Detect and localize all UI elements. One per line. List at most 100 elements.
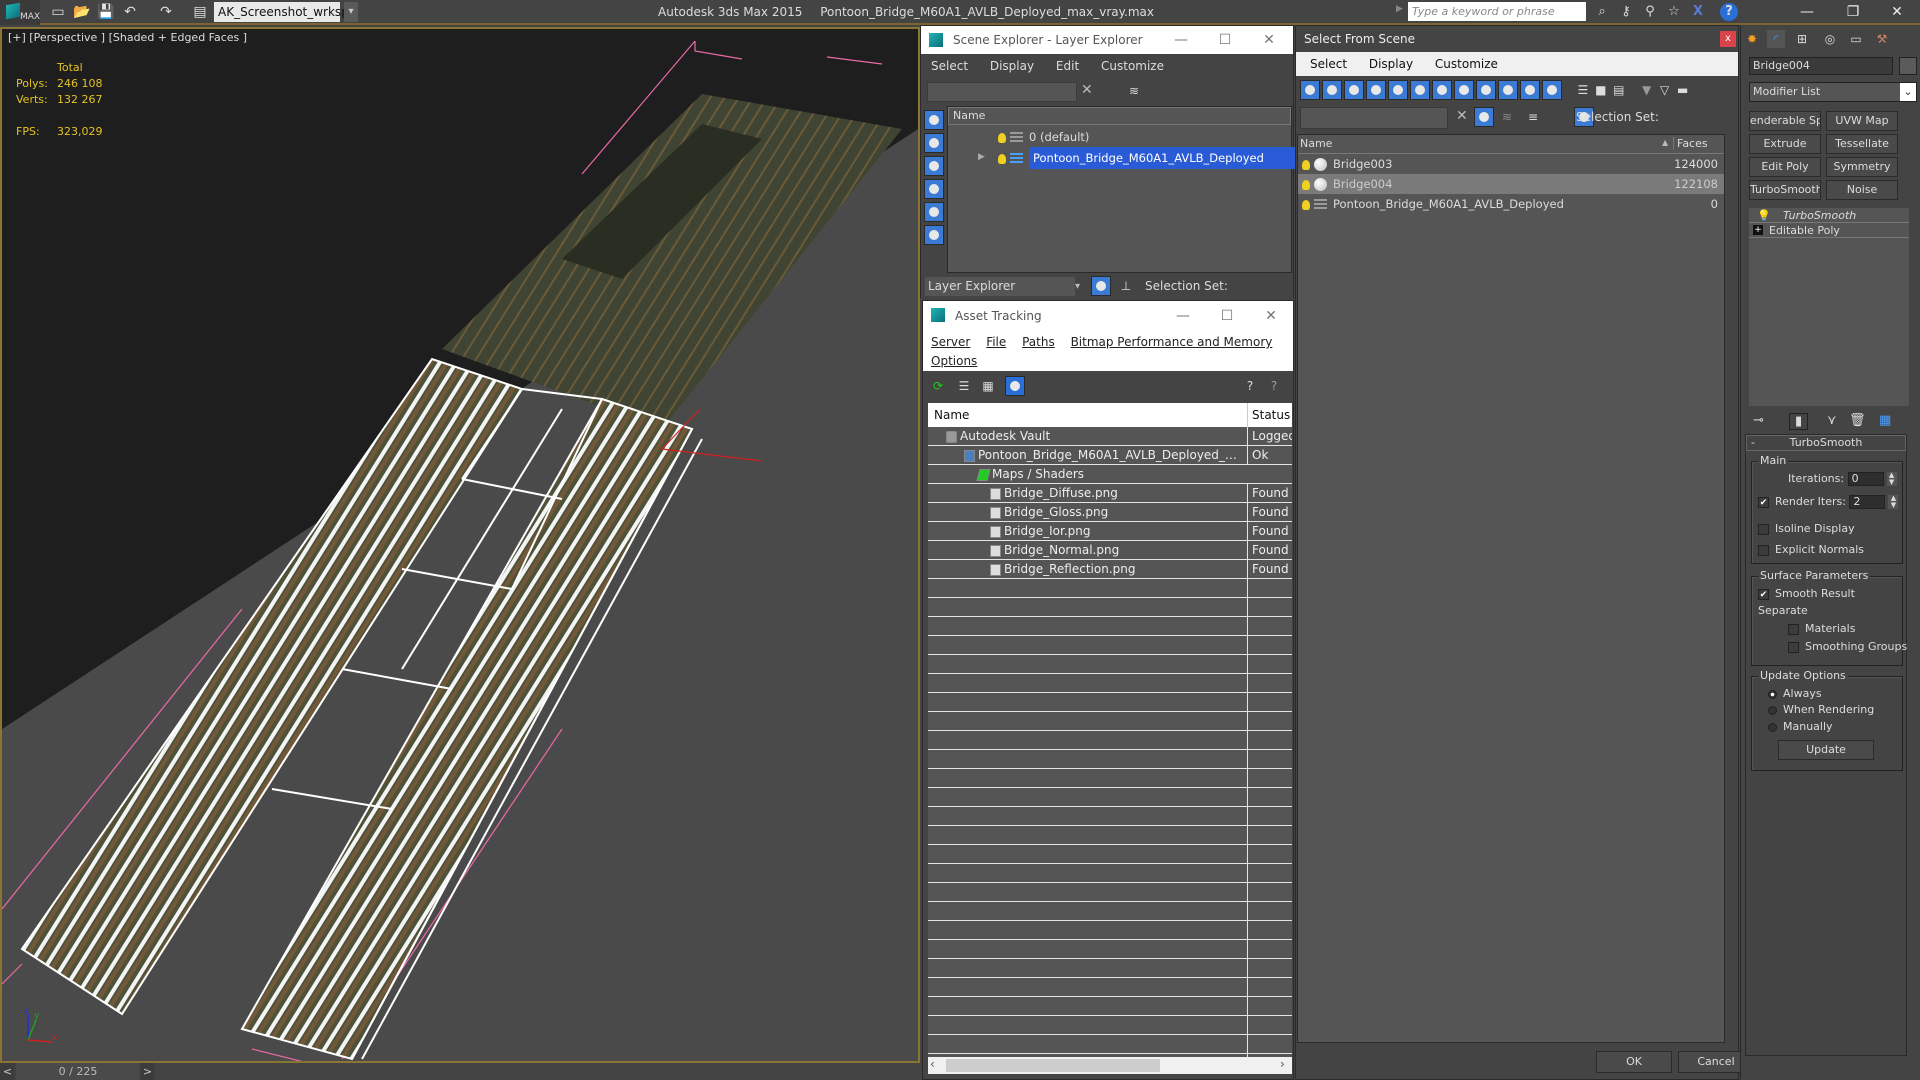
menu-customize[interactable]: Customize xyxy=(1101,59,1164,73)
isoline-display-option[interactable]: Isoline Display xyxy=(1758,522,1855,535)
scrollbar-thumb[interactable] xyxy=(946,1059,1160,1072)
show-end-result-icon[interactable]: ▮ xyxy=(1789,413,1809,430)
list-view-icon[interactable]: ☰ xyxy=(955,377,973,395)
chevron-down-icon[interactable]: ⌄ xyxy=(1900,83,1916,101)
column-status[interactable]: Status xyxy=(1247,403,1290,427)
binoculars-icon[interactable]: ⌕ xyxy=(1592,2,1612,22)
close-window-button[interactable]: ✕ xyxy=(1874,0,1920,25)
modifier-button[interactable]: enderable Splin xyxy=(1749,111,1821,131)
light-bulb-icon[interactable] xyxy=(998,153,1006,164)
hidden-filter-icon[interactable] xyxy=(1542,80,1562,100)
explicit-normals-checkbox[interactable] xyxy=(1758,544,1769,556)
select-invert-icon[interactable]: ▤ xyxy=(1610,81,1628,99)
horizontal-scrollbar[interactable]: ‹ › xyxy=(928,1057,1292,1074)
helpers-filter-icon[interactable] xyxy=(924,202,944,222)
layer-row[interactable]: 0 (default) xyxy=(948,127,1291,147)
menu-select[interactable]: Select xyxy=(931,59,968,73)
perspective-viewport[interactable]: [+] [Perspective ] [Shaded + Edged Faces… xyxy=(0,27,920,1063)
modifier-button[interactable]: Extrude xyxy=(1749,134,1821,154)
remove-modifier-icon[interactable]: 🗑 xyxy=(1849,413,1866,428)
menu-display[interactable]: Display xyxy=(990,59,1034,73)
select-all-icon[interactable]: ☰ xyxy=(1574,81,1592,99)
iterations-input[interactable]: 0 xyxy=(1847,472,1884,486)
prev-frame-button[interactable]: < xyxy=(0,1063,15,1080)
shapes-filter-icon[interactable] xyxy=(1322,80,1342,100)
column-name[interactable]: Name xyxy=(1300,137,1332,150)
asset-row[interactable]: Bridge_Diffuse.png Found xyxy=(928,484,1292,503)
app-menu-button[interactable]: MAX xyxy=(0,0,40,25)
maximize-button[interactable]: ☐ xyxy=(1205,301,1249,331)
layer-highlight-icon[interactable]: ≋ xyxy=(1498,108,1516,126)
minimize-button[interactable]: — xyxy=(1159,26,1203,54)
close-button[interactable]: x xyxy=(1720,31,1736,47)
help-icon[interactable]: ? xyxy=(1720,3,1738,21)
menu-options[interactable]: Options xyxy=(931,354,977,368)
select-none-icon[interactable]: ■ xyxy=(1592,81,1610,99)
search-expand-icon[interactable]: ▶ xyxy=(1396,4,1403,14)
spacewarps-filter-icon[interactable] xyxy=(1410,80,1430,100)
column-faces[interactable]: Faces xyxy=(1673,137,1723,150)
spacewarps-filter-icon[interactable] xyxy=(924,225,944,245)
render-iters-spinner[interactable]: ▲ ▼ xyxy=(1888,495,1899,509)
close-button[interactable]: ✕ xyxy=(1249,301,1293,331)
clear-find-icon[interactable]: ✕ xyxy=(1456,108,1468,124)
new-file-icon[interactable]: ▭ xyxy=(48,3,68,21)
modifier-button[interactable]: Tessellate xyxy=(1826,134,1898,154)
menu-edit[interactable]: Edit xyxy=(1056,59,1079,73)
lights-filter-icon[interactable] xyxy=(1344,80,1364,100)
update-when-rendering-option[interactable]: When Rendering xyxy=(1768,703,1874,716)
undo-icon[interactable]: ↶ xyxy=(120,3,140,21)
object-row[interactable]: Pontoon_Bridge_M60A1_AVLB_Deployed 0 xyxy=(1298,194,1724,214)
expand-arrow-icon[interactable]: ▶ xyxy=(978,147,985,167)
modifier-button[interactable]: Edit Poly xyxy=(1749,157,1821,177)
smoothing-groups-option[interactable]: Smoothing Groups xyxy=(1788,640,1907,653)
utilities-tab-icon[interactable]: ⚒ xyxy=(1873,30,1891,48)
expand-plus-icon[interactable]: + xyxy=(1753,225,1763,235)
explicit-normals-option[interactable]: Explicit Normals xyxy=(1758,543,1864,556)
name-column-header[interactable]: Name xyxy=(948,107,1291,125)
update-manually-option[interactable]: Manually xyxy=(1768,720,1833,733)
minimize-window-button[interactable]: — xyxy=(1784,0,1830,25)
layers-icon[interactable]: ≡ xyxy=(1524,108,1542,126)
render-iters-checkbox[interactable]: ✔ xyxy=(1758,496,1769,508)
always-radio[interactable] xyxy=(1768,689,1777,699)
display-tab-icon[interactable]: ▭ xyxy=(1847,30,1865,48)
menu-bitmap-performance[interactable]: Bitmap Performance and Memory xyxy=(1071,335,1273,349)
layer-highlight-icon[interactable]: ≋ xyxy=(1125,82,1143,100)
ok-button[interactable]: OK xyxy=(1596,1051,1672,1073)
update-button[interactable]: Update xyxy=(1778,740,1874,760)
layer-row-selected[interactable]: ▶ Pontoon_Bridge_M60A1_AVLB_Deployed xyxy=(948,147,1319,169)
light-bulb-icon[interactable] xyxy=(998,132,1006,143)
object-row[interactable]: Bridge003 124000 xyxy=(1298,154,1724,174)
cameras-filter-icon[interactable] xyxy=(1366,80,1386,100)
next-frame-button[interactable]: > xyxy=(140,1063,155,1080)
satellite-icon[interactable]: ⚲ xyxy=(1640,2,1660,22)
thumbnail-view-icon[interactable]: ▦ xyxy=(979,377,997,395)
menu-display[interactable]: Display xyxy=(1369,57,1413,71)
modifier-button[interactable]: TurboSmooth xyxy=(1749,180,1821,200)
containers-filter-icon[interactable] xyxy=(1498,80,1518,100)
geometry-filter-icon[interactable] xyxy=(924,110,944,130)
light-bulb-icon[interactable] xyxy=(1302,159,1310,170)
workspace-dropdown[interactable]: AK_Screenshot_wrksp xyxy=(214,2,349,22)
bones-filter-icon[interactable] xyxy=(1476,80,1496,100)
save-file-icon[interactable]: 💾 xyxy=(96,3,116,21)
pin-stack-icon[interactable]: ⊸ xyxy=(1753,413,1764,428)
rollout-header[interactable]: - TurboSmooth xyxy=(1746,435,1906,451)
infocenter-search-input[interactable]: Type a keyword or phrase xyxy=(1408,2,1586,21)
isoline-display-checkbox[interactable] xyxy=(1758,523,1769,535)
object-color-swatch[interactable] xyxy=(1899,57,1917,75)
help-disabled-icon[interactable]: ? xyxy=(1265,377,1283,395)
filter-toggle-icon[interactable] xyxy=(1474,107,1494,127)
asset-row[interactable]: Pontoon_Bridge_M60A1_AVLB_Deployed_max..… xyxy=(928,446,1292,465)
object-name-input[interactable]: Bridge004 xyxy=(1749,57,1893,75)
object-row[interactable]: Bridge004 122108 xyxy=(1298,174,1724,194)
modifier-button[interactable]: Symmetry xyxy=(1826,157,1898,177)
geometry-filter-icon[interactable] xyxy=(1300,80,1320,100)
collapse-icon[interactable]: - xyxy=(1751,436,1755,450)
stack-item-turbosmooth[interactable]: 💡 TurboSmooth xyxy=(1749,208,1909,223)
table-view-icon[interactable] xyxy=(1005,376,1025,396)
light-bulb-icon[interactable] xyxy=(1302,179,1310,190)
configure-sets-icon[interactable]: ▦ xyxy=(1879,413,1891,428)
asset-row[interactable]: Bridge_Normal.png Found xyxy=(928,541,1292,560)
